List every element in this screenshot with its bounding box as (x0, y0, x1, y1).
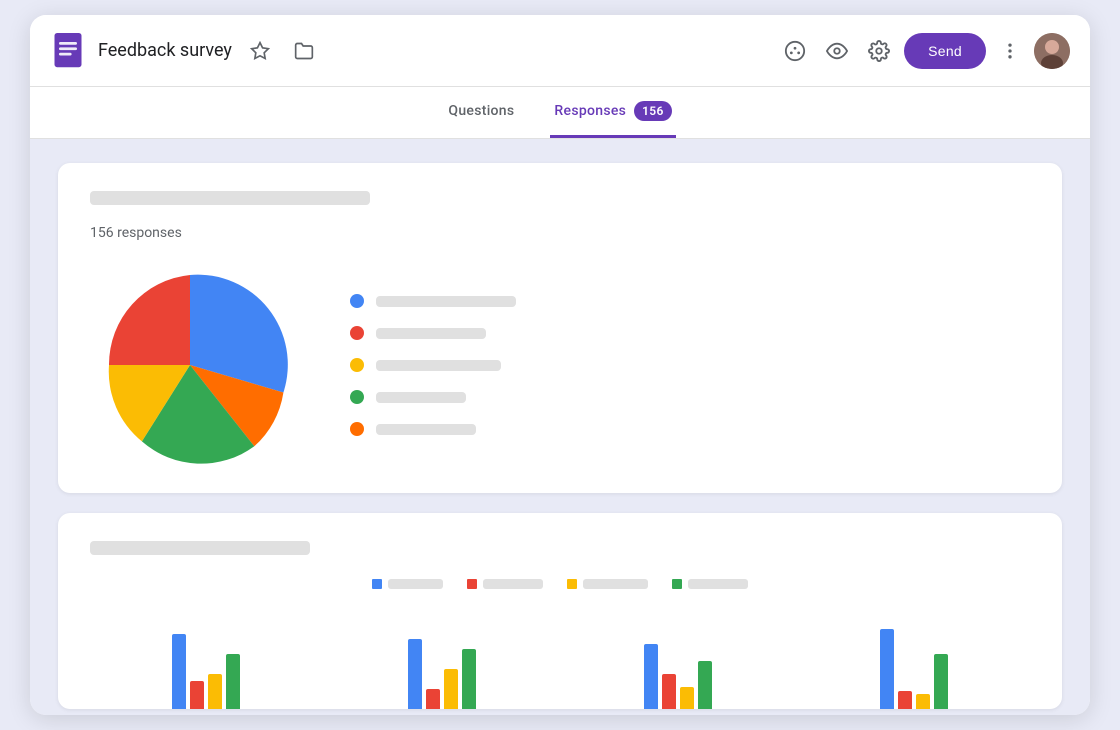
bar-3-green (698, 661, 712, 709)
bar-4-blue (880, 629, 894, 709)
card2-skeleton-title (90, 541, 310, 555)
more-button[interactable] (994, 35, 1026, 67)
legend-bar-orange (376, 424, 476, 435)
legend-dot-red (350, 326, 364, 340)
legend-item-green (350, 390, 1030, 404)
bar-2-green (462, 649, 476, 709)
header-right: Send (778, 33, 1070, 69)
responses-badge: 156 (634, 101, 671, 121)
bar-legend-red (467, 579, 543, 589)
bar-group-1 (172, 634, 240, 709)
legend-bar-green (376, 392, 466, 403)
legend-item-blue (350, 294, 1030, 308)
bar-1-yellow (208, 674, 222, 709)
tab-questions[interactable]: Questions (444, 89, 518, 136)
bar-2-yellow (444, 669, 458, 709)
forms-icon (50, 33, 86, 69)
star-button[interactable] (244, 35, 276, 67)
bars-area (90, 609, 1030, 709)
folder-button[interactable] (288, 35, 320, 67)
bar-legend-label-yellow (583, 579, 648, 589)
legend-dot-green (350, 390, 364, 404)
pie-legend (350, 294, 1030, 436)
bar-2-blue (408, 639, 422, 709)
legend-item-orange (350, 422, 1030, 436)
legend-dot-blue (350, 294, 364, 308)
card1-skeleton-title (90, 191, 370, 205)
bar-4-yellow (916, 694, 930, 709)
bar-group-4 (880, 629, 948, 709)
pie-section (90, 265, 1030, 465)
bar-3-blue (644, 644, 658, 709)
pie-chart-card: 156 responses (58, 163, 1062, 493)
pie-chart (90, 265, 290, 465)
header-left: Feedback survey (50, 33, 778, 69)
bar-legend-label-red (483, 579, 543, 589)
bar-legend-label-green (688, 579, 748, 589)
legend-dot-orange (350, 422, 364, 436)
bar-legend-green (672, 579, 748, 589)
bar-legend-yellow (567, 579, 648, 589)
bar-chart-card (58, 513, 1062, 709)
settings-button[interactable] (862, 34, 896, 68)
content-area: 156 responses (30, 139, 1090, 715)
bar-3-yellow (680, 687, 694, 709)
bar-legend-dot-red (467, 579, 477, 589)
send-button[interactable]: Send (904, 33, 986, 69)
bar-group-2 (408, 639, 476, 709)
bar-3-red (662, 674, 676, 709)
bar-4-red (898, 691, 912, 709)
bar-legend-dot-blue (372, 579, 382, 589)
bar-legend-label-blue (388, 579, 443, 589)
bar-legend-blue (372, 579, 443, 589)
bar-legend-dot-yellow (567, 579, 577, 589)
bar-4-green (934, 654, 948, 709)
legend-bar-red (376, 328, 486, 339)
tabs-bar: Questions Responses 156 (30, 87, 1090, 139)
document-title: Feedback survey (98, 40, 232, 61)
avatar[interactable] (1034, 33, 1070, 69)
bar-legend-dot-green (672, 579, 682, 589)
bar-1-blue (172, 634, 186, 709)
legend-bar-blue (376, 296, 516, 307)
palette-button[interactable] (778, 34, 812, 68)
tab-responses[interactable]: Responses 156 (550, 87, 675, 138)
bar-1-green (226, 654, 240, 709)
preview-button[interactable] (820, 34, 854, 68)
bar-group-3 (644, 644, 712, 709)
bar-2-red (426, 689, 440, 709)
app-window: Feedback survey (30, 15, 1090, 715)
header: Feedback survey (30, 15, 1090, 87)
response-count: 156 responses (90, 225, 1030, 241)
bar-chart-legend (90, 579, 1030, 589)
legend-item-yellow (350, 358, 1030, 372)
legend-dot-yellow (350, 358, 364, 372)
legend-bar-yellow (376, 360, 501, 371)
bar-1-red (190, 681, 204, 709)
legend-item-red (350, 326, 1030, 340)
